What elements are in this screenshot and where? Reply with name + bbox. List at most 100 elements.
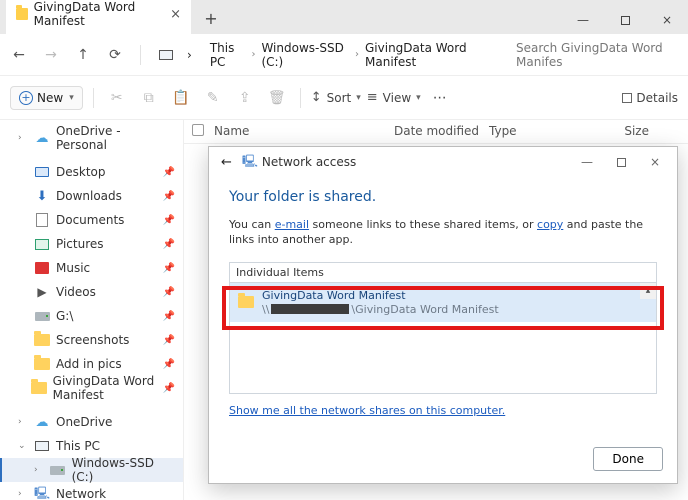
delete-icon[interactable]: 🗑	[264, 85, 290, 111]
pin-icon: 📌	[163, 215, 175, 226]
close-tab-icon[interactable]: ×	[170, 7, 181, 22]
pin-icon: 📌	[163, 335, 175, 346]
pin-icon: 📌	[163, 287, 175, 298]
pin-icon: 📌	[163, 383, 175, 394]
chevron-right-icon: ›	[18, 133, 28, 143]
chevron-down-icon: ▾	[356, 93, 361, 103]
pin-icon: 📌	[163, 263, 175, 274]
sidebar-item-screenshots[interactable]: Screenshots📌	[0, 328, 183, 352]
copy-icon[interactable]: ⧉	[136, 85, 162, 111]
individual-items-label: Individual Items	[229, 262, 657, 282]
sidebar-item-gdrive[interactable]: G:\📌	[0, 304, 183, 328]
close-window-button[interactable]: ×	[646, 6, 688, 34]
select-all-checkbox[interactable]	[192, 124, 204, 136]
sidebar-item-addinpics[interactable]: Add in pics 📌	[0, 352, 183, 376]
view-button[interactable]: ≡ View ▾	[367, 90, 421, 105]
sidebar-item-documents[interactable]: Documents📌	[0, 208, 183, 232]
chevron-right-icon: ›	[355, 49, 359, 60]
column-headers: Name Date modified Type Size	[184, 120, 688, 144]
forward-button[interactable]: →	[40, 44, 62, 66]
sidebar-item-onedrive[interactable]: ›☁OneDrive	[0, 410, 183, 434]
cloud-icon: ☁	[34, 131, 50, 145]
sidebar-item-network[interactable]: › 🖳 Network	[0, 482, 183, 500]
shared-item[interactable]: GivingData Word Manifest \\\GivingData W…	[230, 283, 656, 322]
network-icon: 🖳	[34, 487, 50, 500]
sidebar-item-gdmanifest[interactable]: GivingData Word Manifest📌	[0, 376, 183, 400]
col-type[interactable]: Type	[489, 124, 589, 139]
details-button[interactable]: Details	[622, 91, 678, 105]
network-icon: 🖳	[242, 155, 258, 169]
dialog-close-button[interactable]: ×	[639, 150, 671, 174]
sidebar-item-videos[interactable]: ▶Videos📌	[0, 280, 183, 304]
sidebar-item-this-pc[interactable]: ⌄This PC	[0, 434, 183, 458]
sidebar-item-music[interactable]: Music 📌	[0, 256, 183, 280]
document-icon	[36, 213, 48, 227]
pictures-icon	[35, 239, 49, 250]
dialog-title: Network access	[262, 155, 356, 169]
sidebar-label: Music	[56, 261, 90, 275]
sidebar-item-onedrive-personal[interactable]: › ☁ OneDrive - Personal	[0, 126, 183, 150]
redacted-host	[271, 304, 349, 314]
tab-title: GivingData Word Manifest	[34, 0, 164, 28]
drive-icon	[50, 466, 65, 475]
pc-icon	[35, 441, 49, 451]
col-size[interactable]: Size	[589, 124, 649, 139]
folder-icon	[16, 8, 28, 20]
new-tab-button[interactable]: +	[197, 4, 225, 32]
sidebar-item-desktop[interactable]: Desktop📌	[0, 160, 183, 184]
up-button[interactable]: ↑	[72, 44, 94, 66]
folder-icon	[34, 334, 50, 346]
dialog-back-button[interactable]: ←	[215, 155, 238, 170]
done-button[interactable]: Done	[593, 447, 663, 471]
refresh-button[interactable]: ⟳	[104, 44, 126, 66]
new-button[interactable]: + New ▾	[10, 86, 83, 110]
email-link[interactable]: e-mail	[275, 218, 309, 231]
pc-icon[interactable]	[155, 44, 177, 66]
window-tab[interactable]: GivingData Word Manifest ×	[6, 0, 191, 34]
sort-button[interactable]: ↕ Sort ▾	[311, 90, 361, 105]
crumb-this-pc[interactable]: This PC	[210, 41, 246, 69]
cut-icon[interactable]: ✂	[104, 85, 130, 111]
desktop-icon	[35, 167, 49, 177]
sidebar-item-winssd[interactable]: ›Windows-SSD (C:)	[0, 458, 183, 482]
pin-icon: 📌	[163, 239, 175, 250]
rename-icon[interactable]: ✎	[200, 85, 226, 111]
breadcrumb[interactable]: This PC › Windows-SSD (C:) › GivingData …	[202, 41, 500, 69]
sidebar-label: OneDrive	[56, 415, 112, 429]
more-button[interactable]: ⋯	[427, 85, 453, 111]
share-icon[interactable]: ⇪	[232, 85, 258, 111]
folder-icon	[31, 382, 47, 394]
plus-icon: +	[19, 91, 33, 105]
crumb-folder[interactable]: GivingData Word Manifest	[365, 41, 492, 69]
chevron-down-icon: ▾	[416, 93, 421, 103]
minimize-button[interactable]: —	[562, 6, 604, 34]
sidebar-label: Network	[56, 487, 106, 500]
sidebar-label: Add in pics	[56, 357, 122, 371]
dialog-maximize-button[interactable]	[605, 150, 637, 174]
sidebar: › ☁ OneDrive - Personal Desktop📌 ⬇ Downlo…	[0, 120, 184, 500]
sidebar-item-pictures[interactable]: Pictures📌	[0, 232, 183, 256]
dialog-minimize-button[interactable]: —	[571, 150, 603, 174]
search-input[interactable]: Search GivingData Word Manifes	[510, 41, 680, 69]
details-label: Details	[636, 91, 678, 105]
col-name[interactable]: Name	[214, 124, 394, 139]
back-button[interactable]: ←	[8, 44, 30, 66]
pin-icon: 📌	[163, 359, 175, 370]
chevron-right-icon: ›	[34, 465, 44, 475]
paste-icon[interactable]: 📋	[168, 85, 194, 111]
sidebar-label: G:\	[56, 309, 73, 323]
sidebar-item-downloads[interactable]: ⬇Downloads📌	[0, 184, 183, 208]
col-date[interactable]: Date modified	[394, 124, 489, 139]
scroll-up-button[interactable]: ▴	[640, 283, 656, 299]
address-bar-row: ← → ↑ ⟳ › This PC › Windows-SSD (C:) › G…	[0, 34, 688, 76]
copy-link[interactable]: copy	[537, 218, 563, 231]
pin-icon: 📌	[163, 167, 175, 178]
new-label: New	[37, 91, 63, 105]
maximize-button[interactable]	[604, 6, 646, 34]
download-icon: ⬇	[34, 189, 50, 203]
chevron-right-icon: ›	[18, 489, 28, 499]
show-all-shares-link[interactable]: Show me all the network shares on this c…	[229, 404, 657, 417]
shared-item-path: \\\GivingData Word Manifest	[262, 303, 499, 316]
crumb-drive[interactable]: Windows-SSD (C:)	[261, 41, 349, 69]
sidebar-label: Downloads	[56, 189, 122, 203]
